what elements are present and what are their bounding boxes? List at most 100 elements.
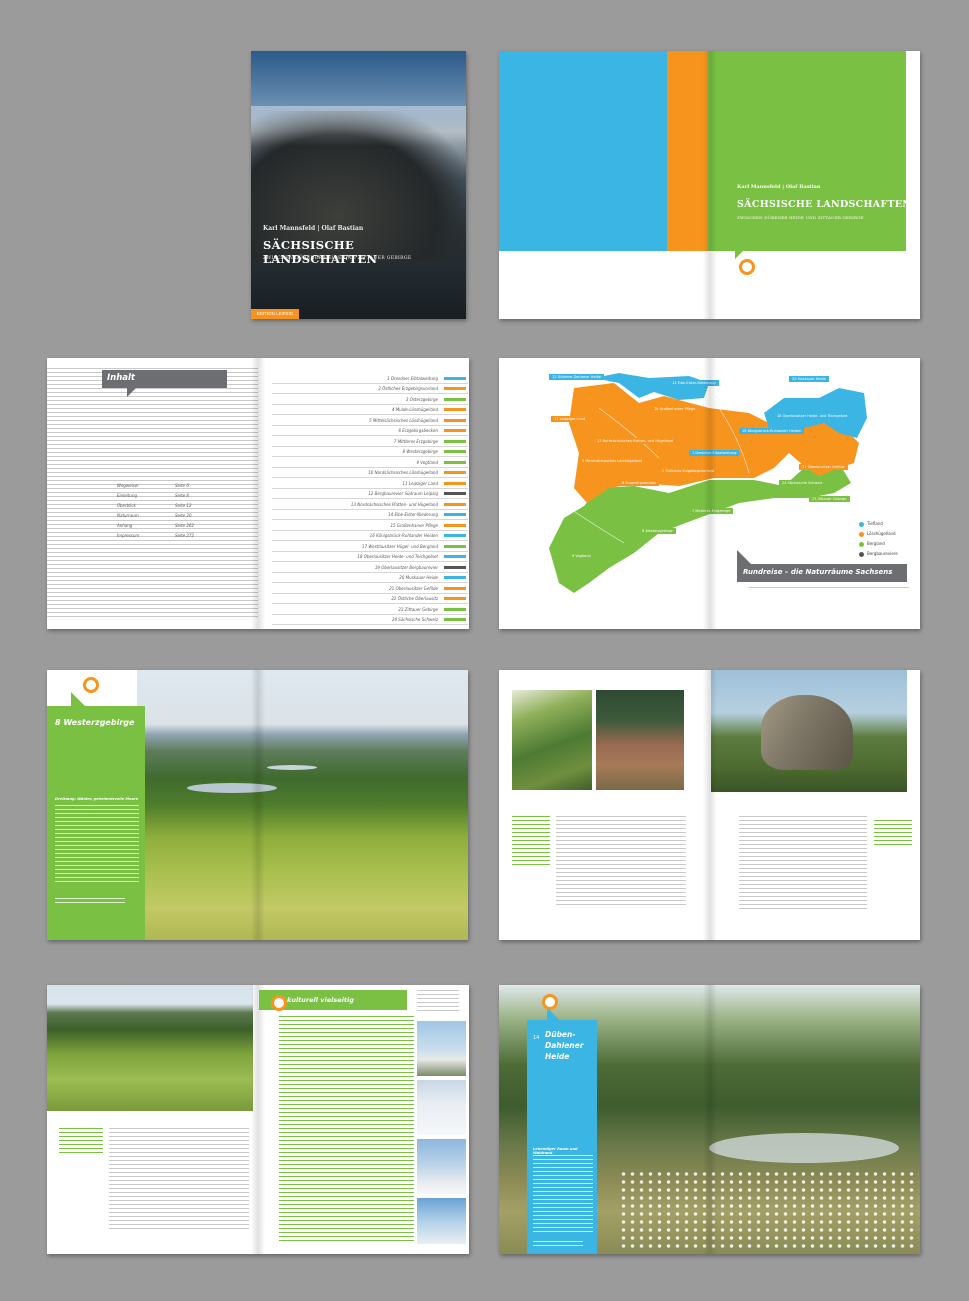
map-region-label[interactable]: 9 Vogtland	[569, 553, 594, 559]
toc-color-tab	[444, 450, 466, 453]
toc-entry-label: 20 Muskauer Heide	[399, 575, 438, 580]
book-cover: Karl Mannsfeld | Olaf Bastian SÄCHSISCHE…	[251, 51, 466, 319]
toc-color-tab	[444, 376, 466, 380]
toc-meta-item[interactable]: Naturraum Seite 20	[117, 513, 197, 523]
forest-path-photo	[512, 690, 592, 790]
toc-entry-label: 6 Erzgebirgsbecken	[398, 428, 438, 433]
gutter	[702, 670, 717, 940]
kulturell-spread: kulturell vielseitig	[47, 985, 469, 1254]
toc-entry-list: 1 Dresdner Elbtalweitung 2 Östliches Erzg…	[272, 368, 468, 628]
legend-swatch	[859, 551, 864, 557]
toc-color-tab	[444, 408, 466, 411]
intro-text	[533, 1155, 593, 1235]
title-subtitle: ZWISCHEN DÜBENER HEIDE UND ZITTAUER GEBI…	[737, 215, 864, 220]
toc-entry-label: 15 Großenhainer Pflege	[390, 522, 438, 528]
toc-entry-label: 21 Oberlausitzer Gefilde	[389, 585, 438, 591]
chapter-tail	[71, 692, 85, 706]
map-region-label[interactable]: 8 Westerzgebirge	[639, 528, 676, 534]
map-region-label[interactable]: 5 Mittelsächsisches Lösshügelland	[579, 458, 646, 464]
toc-meta-list: Wegweiser Seite 6 Einleitung Seite 8 Überb…	[117, 483, 197, 543]
toc-meta-item[interactable]: Impressum Seite 272	[117, 533, 197, 543]
map-region-label[interactable]: 20 Muskauer Heide	[789, 376, 829, 382]
right-caption	[874, 820, 912, 846]
gutter	[250, 670, 265, 940]
chapter-number: 14	[533, 1035, 540, 1041]
map-region-label[interactable]: 11 Leipziger Land	[551, 416, 589, 422]
distant-lake	[267, 765, 317, 770]
toc-entry-label: 1 Dresdner Elbtalweitung	[387, 375, 438, 381]
cover-mist	[251, 106, 466, 146]
toc-spread: Inhalt Wegweiser Seite 6 Einleitung Seite …	[47, 358, 469, 629]
legend-item: Bergbaureviere	[859, 551, 898, 557]
green-text-column	[279, 1016, 414, 1244]
toc-entry-label: 5 Mittelsächsisches Lösshügelland	[369, 417, 438, 423]
right-body-text	[739, 816, 867, 911]
left-caption	[512, 816, 550, 868]
rock-formation	[761, 695, 853, 770]
toc-entry[interactable]: 24 Sächsische Schweiz	[272, 614, 468, 625]
toc-color-tab	[444, 471, 466, 474]
intro-heading: Dreiklang: Wälder, geheimnisvolle Moore	[55, 797, 139, 801]
toc-color-tab	[444, 565, 466, 569]
cotton-grass	[619, 1170, 919, 1250]
gutter	[702, 51, 717, 319]
toc-meta-item[interactable]: Anhang Seite 262	[117, 523, 197, 533]
orange-ring-marker	[271, 995, 287, 1011]
toc-color-tab	[444, 618, 466, 621]
toc-color-tab	[444, 502, 466, 506]
toc-color-tab	[444, 513, 466, 516]
toc-heading-tail	[127, 388, 136, 397]
map-region-label[interactable]: 6 Erzgebirgsbecken	[619, 480, 660, 486]
orange-ring-marker	[542, 994, 558, 1010]
legend-swatch	[859, 521, 864, 527]
legend-swatch	[859, 541, 864, 547]
toc-entry-label: 17 Westlausitzer Hügel- und Bergland	[361, 543, 438, 549]
toc-entry-label: 12 Bergbaurevier Südraum Leipzig	[368, 491, 438, 496]
green-block	[708, 51, 906, 251]
toc-meta-item[interactable]: Einleitung Seite 8	[117, 493, 197, 503]
toc-entry-label: 7 Mittleres Erzgebirge	[393, 438, 438, 444]
heath-photo	[596, 690, 684, 790]
toc-entry-label: 24 Sächsische Schweiz	[391, 617, 438, 622]
toc-entry-label: 23 Zittauer Gebirge	[398, 606, 438, 612]
sidebar-captions	[417, 990, 459, 1014]
toc-color-tab	[444, 439, 466, 443]
map-region-label[interactable]: 13 Nordsächsisches Platten- und Hügellan…	[594, 438, 677, 444]
toc-color-tab	[444, 492, 466, 495]
winter-photo	[417, 1080, 466, 1135]
toc-heading: Inhalt	[107, 373, 135, 383]
toc-color-tab	[444, 418, 466, 422]
toc-entry-label: 19 Oberlausitzer Bergbaurevier	[374, 564, 438, 570]
toc-entry-label: 4 Mulde-Lösshügelland	[391, 407, 438, 412]
landscape-photo	[137, 670, 468, 940]
toc-entry-label: 3 Osterzgebirge	[405, 396, 438, 402]
meadow-photo	[47, 985, 253, 1111]
toc-meta-item[interactable]: Wegweiser Seite 6	[117, 483, 197, 493]
legend-item: Lösshügelland	[859, 531, 896, 537]
toc-entry-label: 11 Leipziger Land	[402, 480, 438, 486]
toc-entry-label: 2 Östliches Erzgebirgsvorland	[378, 386, 438, 391]
map-region-label[interactable]: 23 Zittauer Gebirge	[809, 496, 850, 502]
toc-meta-item[interactable]: Überblick Seite 12	[117, 503, 197, 513]
rocks-spread	[499, 670, 920, 940]
blue-block	[499, 51, 667, 251]
left-caption	[59, 1128, 103, 1156]
pond	[709, 1133, 899, 1163]
map-region-label[interactable]: 16 Königsbrück-Ruhlander Heiden	[739, 428, 805, 434]
map-region-label[interactable]: 21 Oberlausitzer Gefilde	[799, 464, 848, 470]
map-region-label[interactable]: 12 Dübener-Dahlener Heide	[549, 374, 604, 380]
toc-entry-label: 18 Oberlausitzer Heide- und Teichgebiet	[357, 554, 438, 559]
dueben-spread: 14 Düben-Dahlener Heide Lebendiger Raum …	[499, 985, 920, 1254]
gutter	[702, 985, 717, 1254]
map-region-label[interactable]: 24 Sächsische Schweiz	[779, 480, 826, 486]
toc-entry-label: 22 Östliche Oberlausitz	[391, 596, 438, 601]
chapter-title: 8 Westerzgebirge	[55, 718, 135, 727]
kulturell-heading: kulturell vielseitig	[287, 996, 354, 1004]
map-region-label[interactable]: 18 Oberlausitzer Heide- und Teichgebiet	[774, 413, 851, 419]
gutter	[251, 985, 265, 1254]
map-region-label[interactable]: 15 Großenhainer Pflege	[651, 406, 699, 412]
toc-color-tab	[444, 534, 466, 537]
toc-entry-label: 10 Nordsächsisches Lösshügelland	[368, 470, 438, 475]
toc-color-tab	[444, 429, 466, 432]
westerzgebirge-spread: 8 Westerzgebirge Dreiklang: Wälder, gehe…	[47, 670, 468, 940]
